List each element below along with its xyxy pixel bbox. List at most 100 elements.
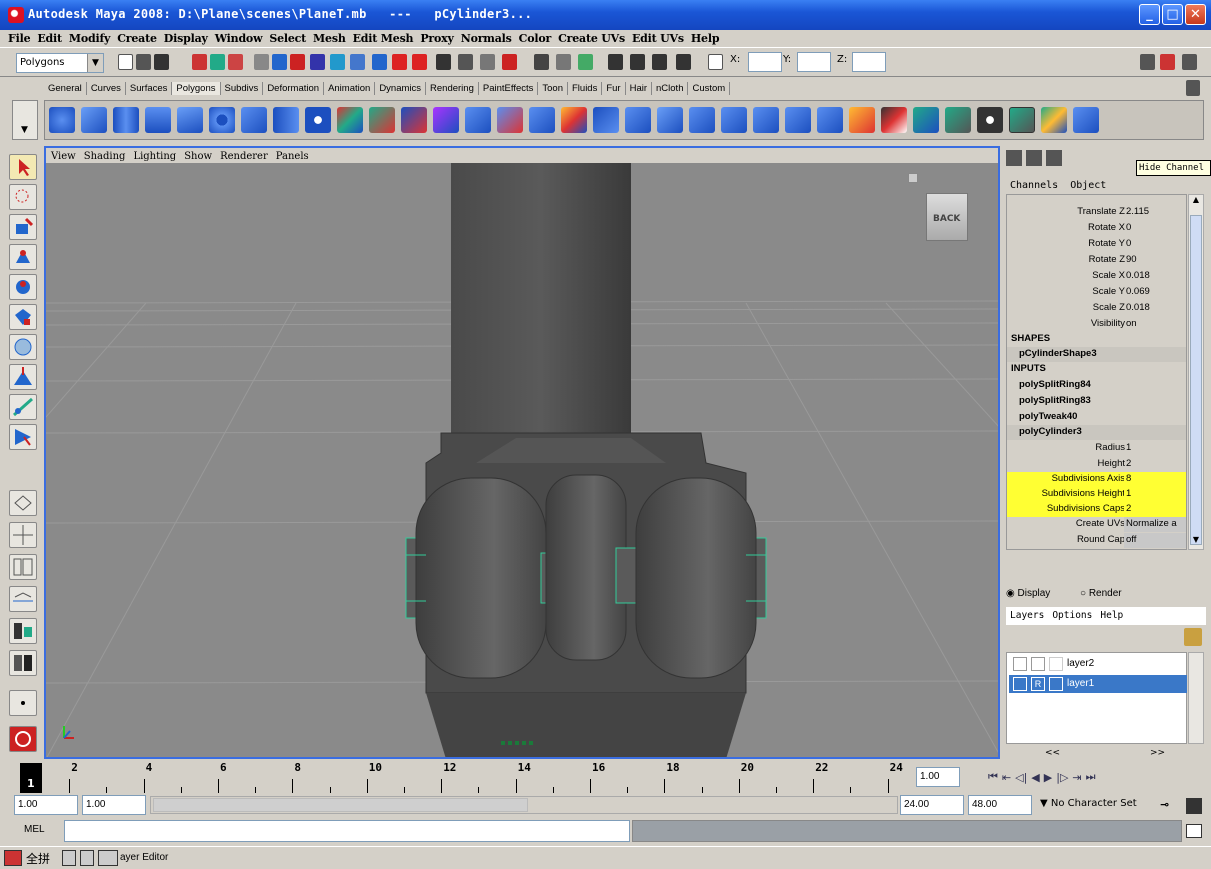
scroll-down-icon[interactable]: ▼ [1189, 535, 1203, 549]
animation-start-field[interactable]: 1.00 [14, 795, 78, 815]
show-layer-editor-icon[interactable] [1046, 150, 1062, 166]
render-settings-icon[interactable] [392, 54, 407, 70]
attr-value[interactable]: 1 [1124, 487, 1186, 502]
attr-row-highlighted[interactable]: Subdivisions Axis 8 [1007, 472, 1186, 487]
radio-render-icon[interactable]: ○ [1080, 588, 1086, 599]
snap-point-icon[interactable] [290, 54, 305, 70]
ime-mode-label[interactable]: 全拼 [26, 850, 50, 867]
ime-keyboard-icon[interactable] [98, 850, 118, 866]
boolean-union-icon[interactable] [401, 107, 427, 133]
wedge-face-icon[interactable] [785, 107, 811, 133]
vp-menu-renderer[interactable]: Renderer [220, 151, 268, 162]
poly-soccer-ball-icon[interactable] [305, 107, 331, 133]
collapse-icon[interactable] [721, 107, 747, 133]
tab-deformation[interactable]: Deformation [263, 81, 325, 95]
poke-face-icon[interactable] [753, 107, 779, 133]
object-menu[interactable]: Object [1070, 180, 1106, 191]
attr-value[interactable]: 90 [1124, 253, 1186, 268]
perspective-viewport[interactable]: BACK [44, 163, 1000, 759]
step-forward-frame-icon[interactable]: |▷ [1056, 771, 1068, 784]
animation-end-field[interactable]: 48.00 [968, 795, 1032, 815]
play-backwards-icon[interactable]: ◀ [1031, 771, 1039, 784]
tab-general[interactable]: General [44, 81, 87, 95]
attr-value[interactable]: 0 [1124, 221, 1186, 236]
vp-menu-view[interactable]: View [51, 151, 76, 162]
move-tool-icon[interactable] [9, 244, 37, 270]
minimize-button[interactable]: _ [1139, 4, 1160, 25]
new-scene-icon[interactable] [118, 54, 133, 70]
menu-file[interactable]: File [8, 32, 31, 45]
maya-app-icon[interactable] [8, 7, 24, 23]
channels-menu[interactable]: Channels [1010, 180, 1058, 191]
tab-animation[interactable]: Animation [324, 81, 376, 95]
menu-display[interactable]: Display [164, 32, 208, 45]
menu-edit-mesh[interactable]: Edit Mesh [353, 32, 414, 45]
attr-row[interactable]: Scale Z 0.018 [1007, 301, 1186, 316]
attr-value[interactable]: Normalize a [1124, 517, 1186, 532]
layout-four-icon[interactable] [9, 522, 37, 548]
radio-display-icon[interactable]: ◉ [1006, 588, 1015, 599]
input-node[interactable]: polyCylinder3 [1019, 426, 1082, 437]
menu-help[interactable]: Help [691, 32, 720, 45]
attr-row[interactable]: Create UVs Normalize a [1007, 517, 1186, 532]
layer-row[interactable]: layer2 [1009, 655, 1187, 673]
universal-manipulator-icon[interactable] [9, 334, 37, 360]
separate-icon[interactable] [369, 107, 395, 133]
select-tool-icon[interactable] [9, 154, 37, 180]
tab-fur[interactable]: Fur [602, 81, 626, 95]
attr-value[interactable]: 0.069 [1124, 285, 1186, 300]
attr-value[interactable]: on [1124, 317, 1186, 332]
step-back-key-icon[interactable]: ⇤ [1002, 771, 1011, 784]
scroll-up-icon[interactable]: ▲ [1189, 195, 1203, 209]
select-component-icon[interactable] [228, 54, 243, 70]
chevron-down-icon[interactable]: ▼ [87, 54, 103, 72]
soft-modification-icon[interactable] [9, 364, 37, 390]
range-slider-handle[interactable] [153, 798, 528, 812]
attr-value[interactable]: 2 [1124, 457, 1186, 472]
home-icon[interactable] [908, 173, 918, 183]
channel-box-toggle-icon[interactable] [556, 54, 571, 70]
attr-row[interactable]: Translate Z 2.115 [1007, 205, 1186, 220]
poly-sphere-icon[interactable] [49, 107, 75, 133]
script-editor-icon[interactable] [1186, 824, 1202, 838]
playback-end-field[interactable]: 24.00 [900, 795, 964, 815]
poly-torus-icon[interactable] [209, 107, 235, 133]
rotate-tool-icon[interactable] [9, 274, 37, 300]
mirror-icon[interactable] [465, 107, 491, 133]
show-manipulator-icon[interactable] [9, 394, 37, 420]
lasso-tool-icon[interactable] [9, 184, 37, 210]
tab-subdivs[interactable]: Subdivs [221, 81, 264, 95]
menu-modify[interactable]: Modify [69, 32, 111, 45]
vp-menu-lighting[interactable]: Lighting [133, 151, 176, 162]
view-cube[interactable]: BACK [926, 193, 968, 241]
snap-view-icon[interactable] [310, 54, 325, 70]
attr-row[interactable]: Scale Y 0.069 [1007, 285, 1186, 300]
new-layer-icon[interactable] [1184, 628, 1202, 646]
layer-nav-left[interactable]: << [1045, 748, 1060, 758]
go-to-start-icon[interactable]: ⏮ [988, 770, 998, 784]
menu-mesh[interactable]: Mesh [313, 32, 346, 45]
maximize-button[interactable]: □ [1162, 4, 1183, 25]
transfer-icon[interactable] [1073, 107, 1099, 133]
attr-row[interactable]: Rotate Y0 [1007, 237, 1186, 252]
vp-menu-shading[interactable]: Shading [84, 151, 126, 162]
layer-color-swatch[interactable] [1049, 657, 1063, 671]
layer-type-toggle[interactable] [1031, 657, 1045, 671]
open-scene-icon[interactable] [136, 54, 151, 70]
select-hierarchy-icon[interactable] [192, 54, 207, 70]
snap-grid-icon[interactable] [254, 54, 269, 70]
layout-hypershade-icon[interactable] [9, 618, 37, 644]
range-slider[interactable] [150, 796, 898, 814]
attr-value[interactable]: 8 [1124, 472, 1186, 487]
show-channel-box-layer-editor-icon[interactable] [1006, 150, 1022, 166]
layer-editor-toggle-icon[interactable] [578, 54, 593, 70]
menu-color[interactable]: Color [519, 32, 552, 45]
attr-value[interactable]: 2.115 [1124, 205, 1186, 220]
menu-edit-uvs[interactable]: Edit UVs [632, 32, 684, 45]
layer-row-selected[interactable]: R layer1 [1009, 675, 1187, 693]
layer-mode-display[interactable]: ◉ Display [1006, 588, 1050, 599]
select-object-icon[interactable] [210, 54, 225, 70]
uv-editor-icon[interactable] [1009, 107, 1035, 133]
input-node[interactable]: polySplitRing83 [1019, 395, 1091, 406]
toolbox-more-icon[interactable] [9, 690, 37, 716]
